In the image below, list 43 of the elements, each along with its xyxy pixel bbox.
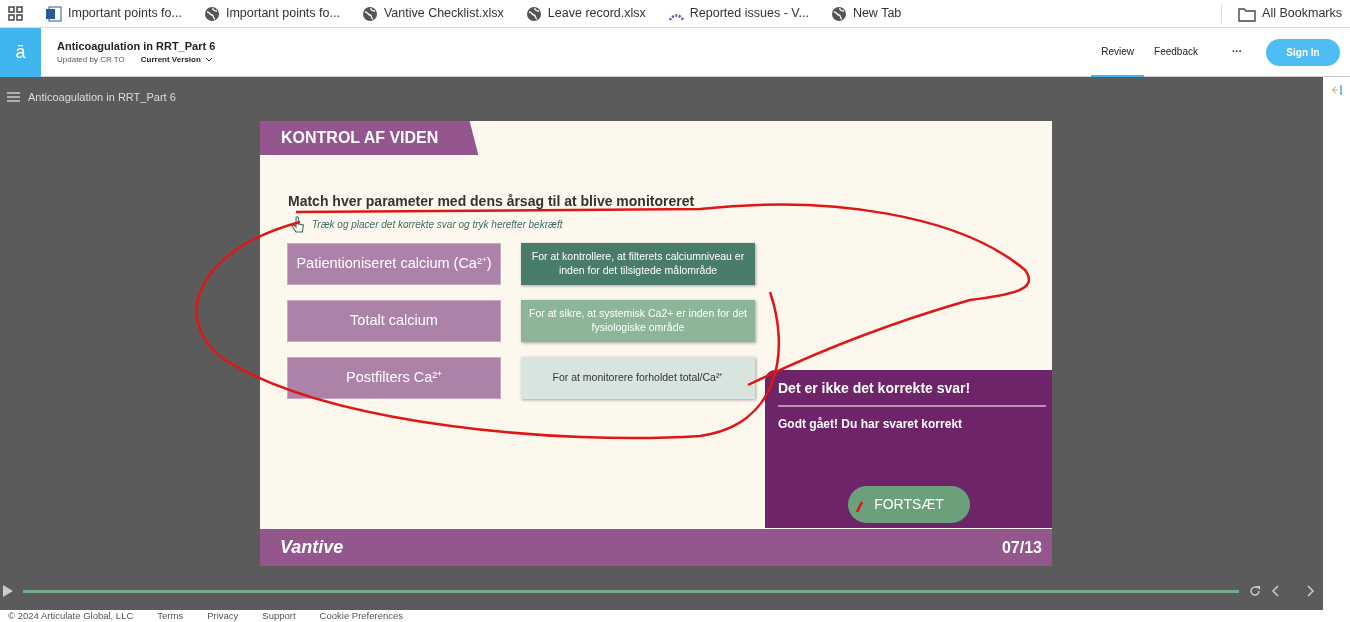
brand-logo: Vantive <box>280 536 344 559</box>
question-text: Match hver parameter med dens årsag til at blive monitoreret <box>288 192 696 211</box>
bookmark-link[interactable]: Leave record.xlsx <box>547 4 646 23</box>
course-title: Anticoagulation in RRT_Part 6 <box>57 38 216 54</box>
nav-tab[interactable]: Feedback <box>1144 27 1208 77</box>
copyright-text: © 2024 Articulate Global, LLC <box>8 610 134 622</box>
play-icon[interactable] <box>3 585 13 597</box>
globe-icon[interactable] <box>830 5 847 22</box>
more-button[interactable]: ··· <box>1222 27 1252 77</box>
pointer-hand-icon <box>290 215 306 233</box>
updated-by-text: Updated by CR TO <box>57 54 125 67</box>
replay-icon[interactable] <box>1249 585 1261 597</box>
version-dropdown[interactable]: Current Version <box>140 54 213 67</box>
footer-link[interactable]: Cookie Preferences <box>319 610 404 622</box>
globe-icon[interactable] <box>203 5 220 22</box>
globe-icon[interactable] <box>361 5 378 22</box>
apps-grid-icon[interactable] <box>8 5 24 22</box>
folder-icon <box>1238 5 1257 22</box>
chevron-down-icon <box>204 57 213 64</box>
answer-tile[interactable]: For at kontrollere, at filterets calciumniveau er inden for det tilsigtede målområde <box>521 243 755 285</box>
progress-bar[interactable] <box>23 589 1239 593</box>
app-logo: ā <box>0 27 41 77</box>
bookmark-link[interactable]: Reported issues - V... <box>689 4 809 23</box>
player-title: Anticoagulation in RRT_Part 6 <box>28 89 176 105</box>
footer-link[interactable]: Support <box>262 610 296 622</box>
bookmark-link[interactable]: New Tab <box>852 4 902 23</box>
footer-link[interactable]: Privacy <box>207 610 239 622</box>
bookmark-link[interactable]: Important points fo... <box>68 4 182 23</box>
slide-header: KONTROL AF VIDEN <box>260 121 479 155</box>
document-icon[interactable] <box>46 5 62 22</box>
chevron-left-icon[interactable] <box>1271 585 1279 597</box>
menu-icon[interactable] <box>7 92 20 102</box>
slide-counter: 07/13 <box>1001 537 1042 558</box>
bookmark-link[interactable]: Important points fo... <box>225 4 340 23</box>
feedback-message: Godt gået! Du har svaret korrekt <box>778 416 964 433</box>
globe-icon[interactable] <box>525 5 542 22</box>
bookmark-link[interactable]: Vantive Checklist.xlsx <box>383 4 504 23</box>
bookmark-link[interactable]: All Bookmarks <box>1262 4 1342 23</box>
instruction-hint: Træk og placer det korrekte svar og tryk herefter bekræft <box>312 217 563 232</box>
feedback-title: Det er ikke det korrekte svar! <box>778 378 1046 407</box>
chevron-right-icon[interactable] <box>1307 585 1315 597</box>
footer-link[interactable]: Terms <box>157 610 184 622</box>
answer-tile[interactable]: For at monitorere forholdet total/Ca²⁺ <box>521 357 755 399</box>
